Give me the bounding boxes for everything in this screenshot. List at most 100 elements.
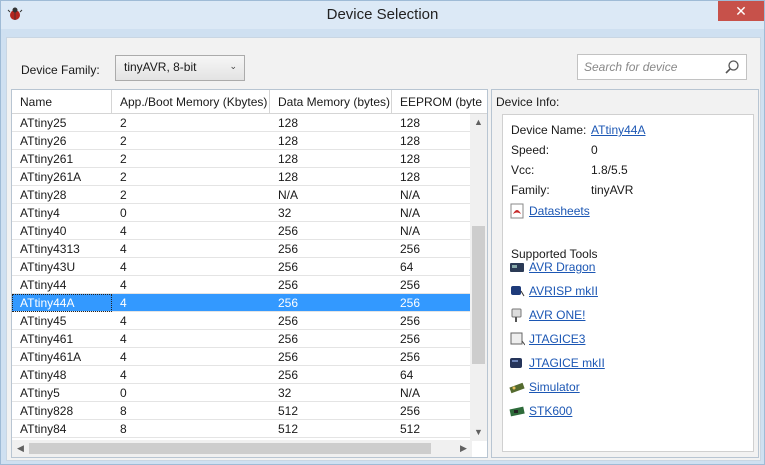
cell-app-memory: 4 <box>120 278 127 292</box>
table-row[interactable]: ATtiny461A 4 256 256 <box>12 348 472 366</box>
scroll-left-icon[interactable]: ◀ <box>12 440 29 457</box>
cell-eeprom: 512 <box>400 422 421 436</box>
cell-data-memory: 256 <box>278 278 299 292</box>
cell-app-memory: 4 <box>120 332 127 346</box>
cell-name: ATtiny461A <box>20 350 82 364</box>
title-bar: Device Selection ✕ <box>1 1 764 29</box>
column-header-name[interactable]: Name <box>12 90 112 114</box>
table-row[interactable]: ATtiny828 8 512 256 <box>12 402 472 420</box>
cell-app-memory: 2 <box>120 188 127 202</box>
table-row[interactable]: ATtiny40 4 256 N/A <box>12 222 472 240</box>
cell-name: ATtiny26 <box>20 134 67 148</box>
table-body: ATtiny25 2 128 128 ATtiny26 2 128 128 ATtiny261 2… <box>12 114 472 441</box>
table-row[interactable]: ATtiny261A 2 128 128 <box>12 168 472 186</box>
horizontal-scroll-thumb[interactable] <box>29 443 431 454</box>
cell-data-memory: 128 <box>278 170 299 184</box>
table-row[interactable]: ATtiny84 8 512 512 <box>12 420 472 438</box>
cell-name: ATtiny84 <box>20 422 67 436</box>
pdf-icon <box>510 203 524 219</box>
table-row[interactable]: ATtiny43U 4 256 64 <box>12 258 472 276</box>
column-header-eeprom[interactable]: EEPROM (byte <box>392 90 487 114</box>
device-name-link[interactable]: ATtiny44A <box>591 123 645 137</box>
cell-data-memory: 256 <box>278 260 299 274</box>
simulator-icon <box>509 382 525 394</box>
horizontal-scrollbar[interactable]: ◀ ▶ <box>12 440 472 457</box>
close-button[interactable]: ✕ <box>718 1 764 21</box>
scroll-up-icon[interactable]: ▲ <box>470 114 487 131</box>
cell-eeprom: 256 <box>400 278 421 292</box>
cell-data-memory: 128 <box>278 134 299 148</box>
vertical-scrollbar[interactable]: ▲ ▼ <box>470 114 487 441</box>
cell-eeprom: 128 <box>400 116 421 130</box>
vcc-label: Vcc: <box>511 163 535 177</box>
search-placeholder: Search for device <box>584 60 678 74</box>
tool-label[interactable]: STK600 <box>529 404 572 418</box>
device-selection-window: Device Selection ✕ Device Family: tinyAV… <box>0 0 765 465</box>
tool-label[interactable]: AVRISP mkII <box>529 284 598 298</box>
cell-eeprom: 256 <box>400 332 421 346</box>
table-row[interactable]: ATtiny26 2 128 128 <box>12 132 472 150</box>
table-row[interactable]: ATtiny45 4 256 256 <box>12 312 472 330</box>
tool-label[interactable]: JTAGICE mkII <box>529 356 605 370</box>
table-row[interactable]: ATtiny4 0 32 N/A <box>12 204 472 222</box>
cell-app-memory: 2 <box>120 134 127 148</box>
table-row[interactable]: ATtiny28 2 N/A N/A <box>12 186 472 204</box>
cell-data-memory: 32 <box>278 206 292 220</box>
cell-eeprom: 256 <box>400 296 421 310</box>
cell-name: ATtiny48 <box>20 368 67 382</box>
search-input[interactable]: Search for device <box>577 54 747 80</box>
cell-data-memory: 512 <box>278 422 299 436</box>
family-label: Family: <box>511 183 550 197</box>
jtagice-mkii-icon <box>510 358 522 368</box>
tool-label[interactable]: AVR Dragon <box>529 260 595 274</box>
vertical-scroll-thumb[interactable] <box>472 226 485 364</box>
table-row[interactable]: ATtiny48 4 256 64 <box>12 366 472 384</box>
avr-one-icon <box>511 308 522 322</box>
cell-eeprom: 128 <box>400 152 421 166</box>
device-table: Name App./Boot Memory (Kbytes) Data Memo… <box>11 89 488 458</box>
cell-name: ATtiny40 <box>20 224 67 238</box>
cell-name: ATtiny461 <box>20 332 74 346</box>
tool-label[interactable]: JTAGICE3 <box>529 332 585 346</box>
cell-name: ATtiny44A <box>12 294 112 312</box>
table-row[interactable]: ATtiny461 4 256 256 <box>12 330 472 348</box>
tool-label[interactable]: Simulator <box>529 380 580 394</box>
search-icon[interactable] <box>724 59 740 75</box>
column-header-data-memory[interactable]: Data Memory (bytes) <box>270 90 392 114</box>
cell-app-memory: 0 <box>120 386 127 400</box>
table-row[interactable]: ATtiny5 0 32 N/A <box>12 384 472 402</box>
device-info-box: Device Name: ATtiny44A Speed: 0 Vcc: 1.8… <box>502 114 754 452</box>
scroll-down-icon[interactable]: ▼ <box>470 424 487 441</box>
tool-label[interactable]: AVR ONE! <box>529 308 585 322</box>
device-info-title: Device Info: <box>496 95 560 109</box>
speed-value: 0 <box>591 143 598 157</box>
cell-name: ATtiny261A <box>20 170 82 184</box>
cell-eeprom: N/A <box>400 386 421 400</box>
vcc-value: 1.8/5.5 <box>591 163 628 177</box>
cell-eeprom: 64 <box>400 368 414 382</box>
cell-app-memory: 2 <box>120 170 127 184</box>
cell-app-memory: 4 <box>120 314 127 328</box>
device-info-panel: Device Info: Device Name: ATtiny44A Spee… <box>491 89 759 458</box>
device-name-label: Device Name: <box>511 123 587 137</box>
cell-eeprom: 128 <box>400 134 421 148</box>
table-row[interactable]: ATtiny44A 4 256 256 <box>12 294 472 312</box>
cell-app-memory: 4 <box>120 296 127 310</box>
column-header-app-memory[interactable]: App./Boot Memory (Kbytes) <box>112 90 270 114</box>
table-row[interactable]: ATtiny44 4 256 256 <box>12 276 472 294</box>
cell-name: ATtiny25 <box>20 116 67 130</box>
cell-data-memory: 128 <box>278 152 299 166</box>
table-header: Name App./Boot Memory (Kbytes) Data Memo… <box>12 90 487 114</box>
datasheets-link[interactable]: Datasheets <box>529 204 590 218</box>
cell-name: ATtiny43U <box>20 260 76 274</box>
cell-name: ATtiny4 <box>20 206 60 220</box>
chevron-down-icon: ⌄ <box>229 61 237 71</box>
scroll-right-icon[interactable]: ▶ <box>455 440 472 457</box>
cell-data-memory: 32 <box>278 386 292 400</box>
device-family-select[interactable]: tinyAVR, 8-bit ⌄ <box>115 55 245 81</box>
table-row[interactable]: ATtiny25 2 128 128 <box>12 114 472 132</box>
cell-app-memory: 8 <box>120 404 127 418</box>
cell-data-memory: N/A <box>278 188 299 202</box>
table-row[interactable]: ATtiny4313 4 256 256 <box>12 240 472 258</box>
table-row[interactable]: ATtiny261 2 128 128 <box>12 150 472 168</box>
